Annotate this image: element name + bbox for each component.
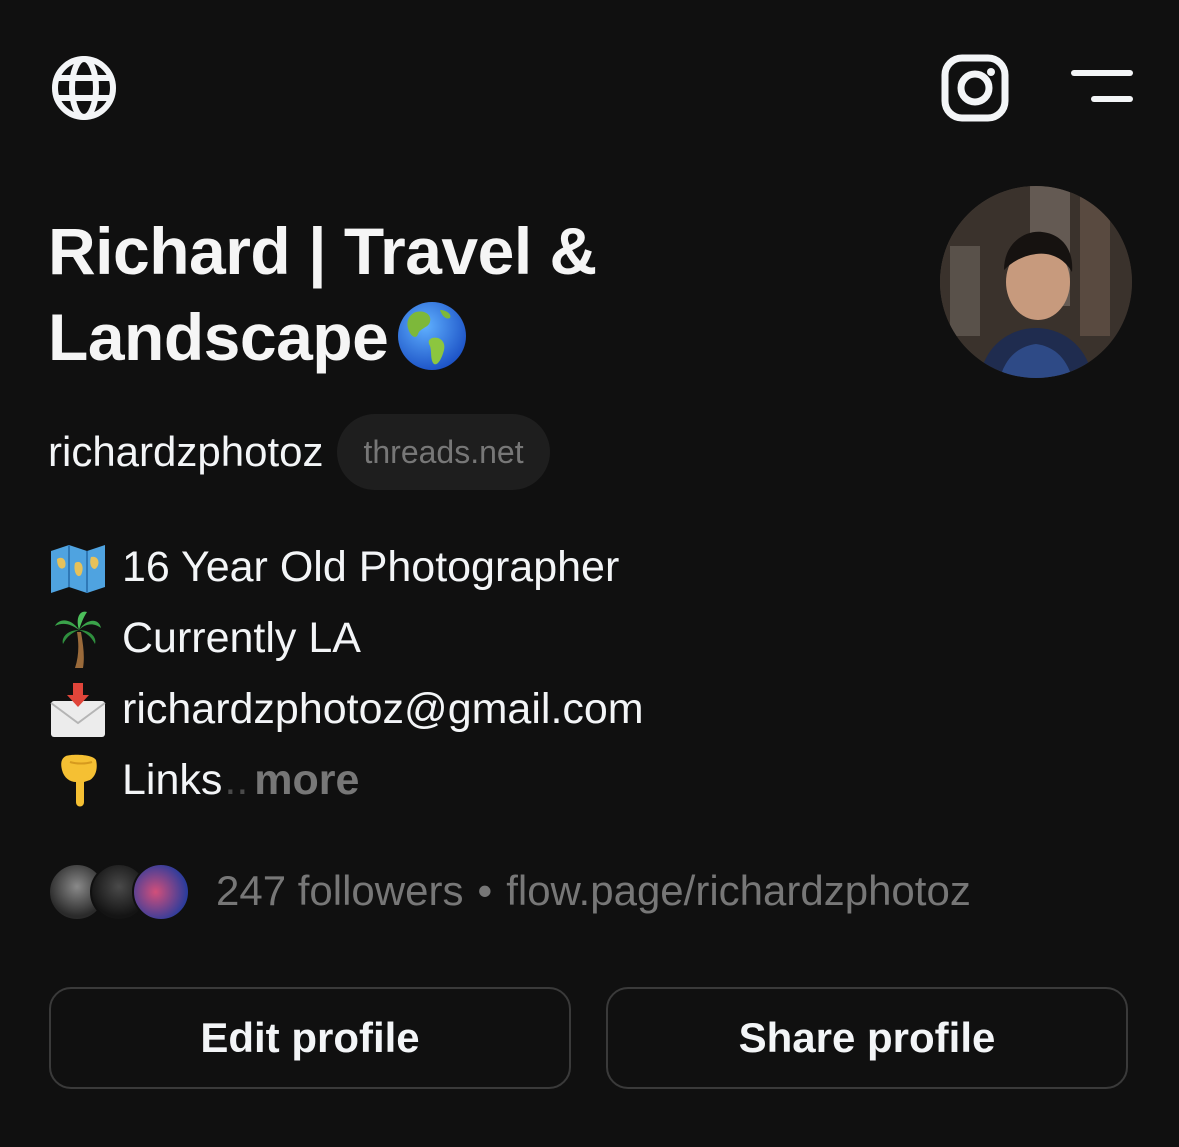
bio-line: Links .. more xyxy=(48,745,948,816)
bio-line-text: 16 Year Old Photographer xyxy=(122,543,620,591)
menu-icon[interactable] xyxy=(1066,62,1136,112)
display-name-line-2-text: Landscape xyxy=(48,300,389,374)
threads-domain-badge[interactable]: threads.net xyxy=(337,414,550,490)
share-profile-button[interactable]: Share profile xyxy=(606,987,1128,1089)
palm-tree-icon xyxy=(48,609,108,669)
follower-avatars[interactable] xyxy=(48,863,190,921)
bio-line: 16 Year Old Photographer xyxy=(48,532,948,603)
followers-meta: 247 followers • flow.page/richardzphotoz xyxy=(216,867,971,915)
handle-row: richardzphotoz threads.net xyxy=(48,414,550,490)
display-name-line-1: Richard | Travel & xyxy=(48,214,597,288)
bio-line: Currently LA xyxy=(48,603,948,674)
display-name-line-2: Landscape xyxy=(48,294,768,380)
profile-link[interactable]: flow.page/richardzphotoz xyxy=(506,867,971,914)
profile-avatar[interactable] xyxy=(940,186,1132,378)
globe-icon[interactable] xyxy=(48,52,120,124)
followers-row: 247 followers • flow.page/richardzphotoz xyxy=(48,862,971,921)
bio-line: richardzphotoz@gmail.com xyxy=(48,674,948,745)
bio: 16 Year Old Photographer Currently LA ri… xyxy=(48,532,948,816)
bio-ellipsis: .. xyxy=(224,756,249,804)
profile-display-name: Richard | Travel & Landscape xyxy=(48,208,768,380)
world-map-icon xyxy=(48,538,108,598)
username: richardzphotoz xyxy=(48,428,324,475)
bio-line-text: Links xyxy=(122,756,223,804)
bio-more-link[interactable]: more xyxy=(254,756,359,805)
top-bar xyxy=(0,0,1179,170)
meta-separator: • xyxy=(477,867,493,914)
envelope-arrow-icon xyxy=(48,680,108,740)
edit-profile-button[interactable]: Edit profile xyxy=(49,987,571,1089)
pointing-down-icon xyxy=(48,751,108,811)
bio-line-text: richardzphotoz@gmail.com xyxy=(122,685,644,733)
instagram-icon[interactable] xyxy=(938,52,1012,124)
follower-avatar xyxy=(132,863,190,921)
bio-line-text: Currently LA xyxy=(122,614,361,662)
globe-americas-emoji-icon xyxy=(396,300,468,372)
followers-count[interactable]: 247 followers xyxy=(216,867,463,914)
